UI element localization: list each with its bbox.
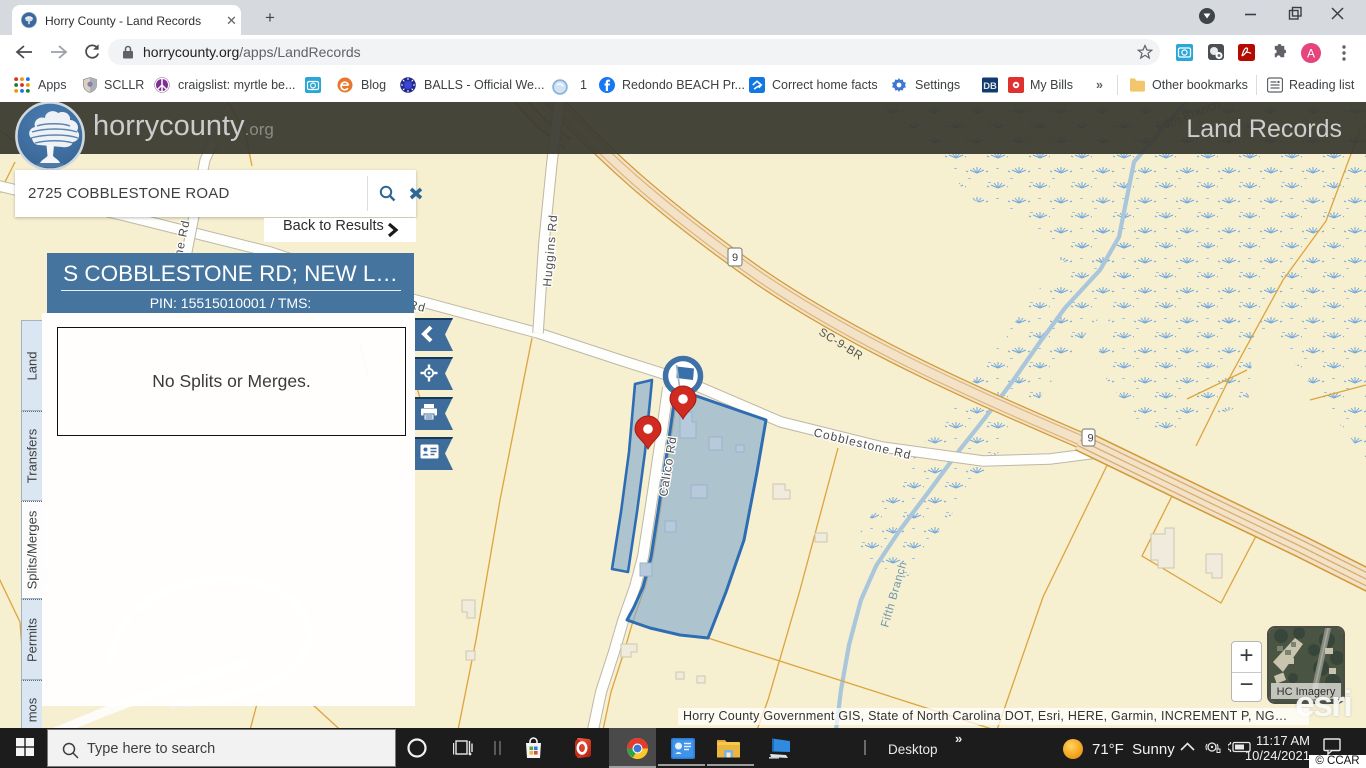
- svg-text:A: A: [1307, 47, 1315, 61]
- svg-text:9: 9: [732, 252, 738, 264]
- svg-text:9: 9: [1087, 433, 1093, 445]
- svg-text:DB: DB: [983, 80, 997, 91]
